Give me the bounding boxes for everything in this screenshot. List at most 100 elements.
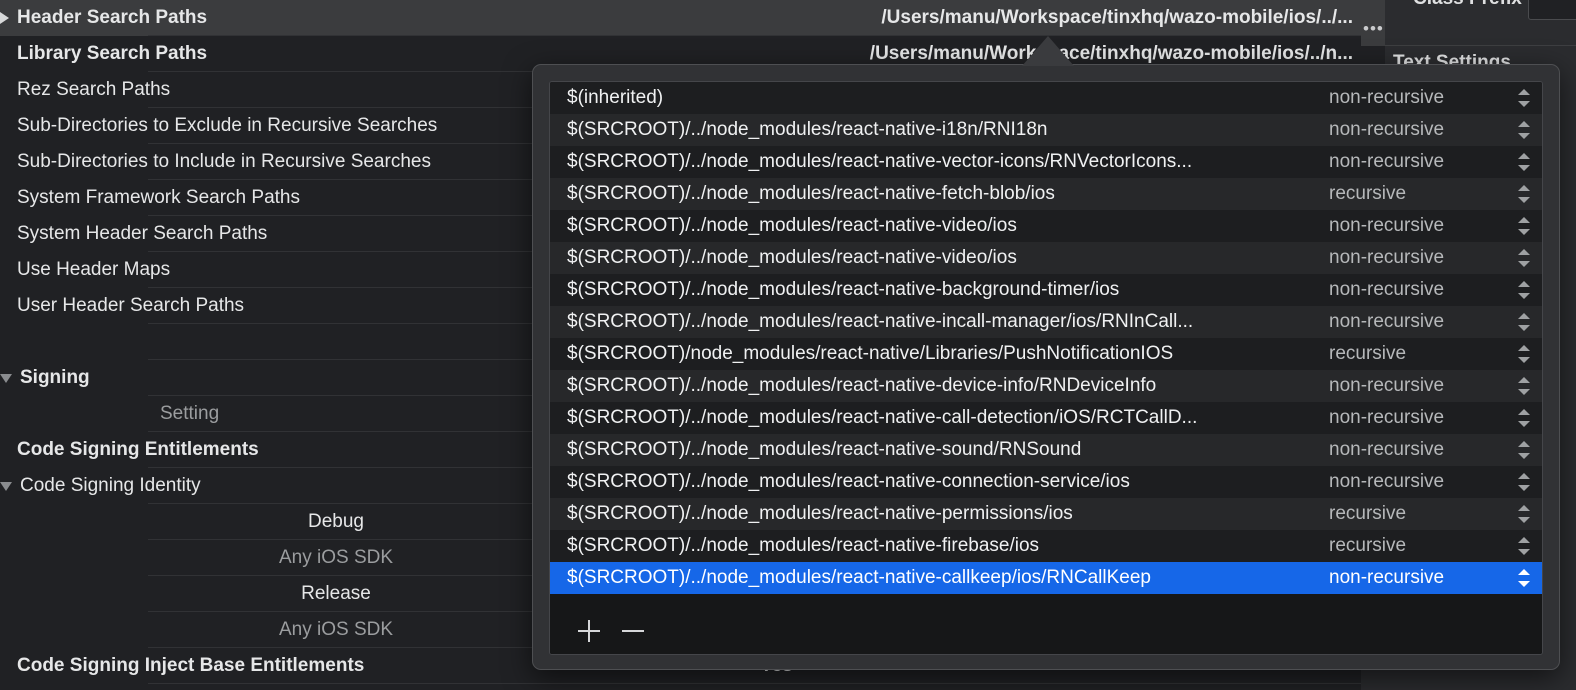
popover-pointer xyxy=(1022,36,1074,66)
build-setting-name: System Header Search Paths xyxy=(17,223,268,244)
build-setting-name: Code Signing Entitlements xyxy=(17,439,259,460)
search-path-recursion-mode[interactable]: non-recursive xyxy=(1329,407,1514,429)
search-path-text[interactable]: $(SRCROOT)/../node_modules/react-native-… xyxy=(567,567,1329,589)
build-setting-name: User Header Search Paths xyxy=(17,295,245,316)
search-path-row[interactable]: $(SRCROOT)/../node_modules/react-native-… xyxy=(550,402,1542,434)
search-path-row[interactable]: $(SRCROOT)/../node_modules/react-native-… xyxy=(550,306,1542,338)
search-paths-list: $(inherited) non-recursive $(SRCROOT)/../n… xyxy=(549,81,1543,655)
inspector-tab-strip: ••• xyxy=(1361,0,1385,46)
search-path-row[interactable]: $(SRCROOT)/../node_modules/react-native-… xyxy=(550,370,1542,402)
build-setting-value[interactable]: /Users/manu/Workspace/tinxhq/wazo-mobile… xyxy=(881,7,1353,29)
search-path-row[interactable]: $(SRCROOT)/../node_modules/react-native-… xyxy=(550,530,1542,562)
build-setting-value[interactable]: Debug xyxy=(236,511,436,533)
search-path-text[interactable]: $(SRCROOT)/../node_modules/react-native-… xyxy=(567,119,1329,141)
search-path-recursion-mode[interactable]: non-recursive xyxy=(1329,279,1514,301)
recursion-mode-stepper-icon[interactable] xyxy=(1518,312,1530,332)
build-setting-name: Sub-Directories to Exclude in Recursive … xyxy=(17,115,438,136)
xcode-build-settings-screen: Header Search Paths/Users/manu/Workspace… xyxy=(0,0,1576,690)
build-setting-name: Library Search Paths xyxy=(17,43,208,64)
recursion-mode-stepper-icon[interactable] xyxy=(1518,120,1530,140)
build-setting-name: Rez Search Paths xyxy=(17,79,171,100)
search-path-recursion-mode[interactable]: recursive xyxy=(1329,183,1514,205)
recursion-mode-stepper-icon[interactable] xyxy=(1518,344,1530,364)
search-path-text[interactable]: $(SRCROOT)/node_modules/react-native/Lib… xyxy=(567,343,1329,365)
search-path-text[interactable]: $(SRCROOT)/../node_modules/react-native-… xyxy=(567,279,1329,301)
search-path-text[interactable]: $(SRCROOT)/../node_modules/react-native-… xyxy=(567,247,1329,269)
search-path-text[interactable]: $(SRCROOT)/../node_modules/react-native-… xyxy=(567,151,1329,173)
minus-icon xyxy=(622,630,644,632)
recursion-mode-stepper-icon[interactable] xyxy=(1518,504,1530,524)
build-setting-name: Sub-Directories to Include in Recursive … xyxy=(17,151,431,172)
build-setting-value[interactable]: /Users/manu/Workspace/tinxhq/wazo-mobile… xyxy=(870,43,1353,65)
build-setting-value[interactable]: Setting xyxy=(160,403,219,425)
search-path-row[interactable]: $(SRCROOT)/../node_modules/react-native-… xyxy=(550,562,1542,594)
search-path-text[interactable]: $(SRCROOT)/../node_modules/react-native-… xyxy=(567,439,1329,461)
remove-path-button[interactable] xyxy=(618,616,648,646)
search-path-recursion-mode[interactable]: non-recursive xyxy=(1329,311,1514,333)
search-path-row[interactable]: $(SRCROOT)/../node_modules/react-native-… xyxy=(550,498,1542,530)
recursion-mode-stepper-icon[interactable] xyxy=(1518,280,1530,300)
recursion-mode-stepper-icon[interactable] xyxy=(1518,536,1530,556)
search-path-row[interactable]: $(SRCROOT)/../node_modules/react-native-… xyxy=(550,274,1542,306)
recursion-mode-stepper-icon[interactable] xyxy=(1518,568,1530,588)
recursion-mode-stepper-icon[interactable] xyxy=(1518,472,1530,492)
search-paths-toolbar xyxy=(550,608,1542,654)
search-path-row[interactable]: $(SRCROOT)/../node_modules/react-native-… xyxy=(550,242,1542,274)
search-path-text[interactable]: $(SRCROOT)/../node_modules/react-native-… xyxy=(567,375,1329,397)
search-path-row[interactable]: $(SRCROOT)/../node_modules/react-native-… xyxy=(550,210,1542,242)
build-setting-name: Code Signing Inject Base Entitlements xyxy=(17,655,365,676)
search-path-recursion-mode[interactable]: recursive xyxy=(1329,503,1514,525)
build-setting-name: Signing xyxy=(20,367,90,388)
search-path-text[interactable]: $(inherited) xyxy=(567,87,1329,109)
search-path-recursion-mode[interactable]: non-recursive xyxy=(1329,375,1514,397)
search-path-text[interactable]: $(SRCROOT)/../node_modules/react-native-… xyxy=(567,183,1329,205)
search-path-row[interactable]: $(SRCROOT)/../node_modules/react-native-… xyxy=(550,466,1542,498)
build-setting-value[interactable]: Any iOS SDK xyxy=(236,619,436,641)
search-path-recursion-mode[interactable]: recursive xyxy=(1329,343,1514,365)
recursion-mode-stepper-icon[interactable] xyxy=(1518,152,1530,172)
search-path-recursion-mode[interactable]: non-recursive xyxy=(1329,439,1514,461)
disclosure-triangle-open-icon[interactable] xyxy=(0,481,12,491)
search-path-row[interactable]: $(SRCROOT)/../node_modules/react-native-… xyxy=(550,434,1542,466)
build-setting-name: Code Signing Identity xyxy=(20,475,201,496)
recursion-mode-stepper-icon[interactable] xyxy=(1518,184,1530,204)
disclosure-triangle-open-icon[interactable] xyxy=(0,373,12,383)
search-path-recursion-mode[interactable]: non-recursive xyxy=(1329,567,1514,589)
recursion-mode-stepper-icon[interactable] xyxy=(1518,216,1530,236)
build-setting-value[interactable]: Release xyxy=(236,583,436,605)
search-path-row[interactable]: $(SRCROOT)/node_modules/react-native/Lib… xyxy=(550,338,1542,370)
search-path-recursion-mode[interactable]: non-recursive xyxy=(1329,87,1514,109)
header-search-paths-popover: $(inherited) non-recursive $(SRCROOT)/../n… xyxy=(532,64,1560,670)
search-path-recursion-mode[interactable]: non-recursive xyxy=(1329,119,1514,141)
recursion-mode-stepper-icon[interactable] xyxy=(1518,408,1530,428)
search-path-recursion-mode[interactable]: non-recursive xyxy=(1329,247,1514,269)
recursion-mode-stepper-icon[interactable] xyxy=(1518,88,1530,108)
recursion-mode-stepper-icon[interactable] xyxy=(1518,440,1530,460)
inspector-overflow-dots-icon: ••• xyxy=(1363,19,1384,38)
recursion-mode-stepper-icon[interactable] xyxy=(1518,376,1530,396)
search-path-recursion-mode[interactable]: non-recursive xyxy=(1329,151,1514,173)
search-path-text[interactable]: $(SRCROOT)/../node_modules/react-native-… xyxy=(567,311,1329,333)
build-setting-name: Use Header Maps xyxy=(17,259,171,280)
search-path-text[interactable]: $(SRCROOT)/../node_modules/react-native-… xyxy=(567,471,1329,493)
disclosure-triangle-closed-icon[interactable] xyxy=(0,12,9,24)
search-path-row[interactable]: $(inherited) non-recursive xyxy=(550,82,1542,114)
add-path-button[interactable] xyxy=(574,616,604,646)
build-setting-value[interactable]: Any iOS SDK xyxy=(236,547,436,569)
search-path-row[interactable]: $(SRCROOT)/../node_modules/react-native-… xyxy=(550,146,1542,178)
search-path-text[interactable]: $(SRCROOT)/../node_modules/react-native-… xyxy=(567,215,1329,237)
search-path-recursion-mode[interactable]: non-recursive xyxy=(1329,471,1514,493)
search-path-row[interactable]: $(SRCROOT)/../node_modules/react-native-… xyxy=(550,114,1542,146)
build-setting-row[interactable]: Header Search Paths/Users/manu/Workspace… xyxy=(0,0,1361,36)
search-path-recursion-mode[interactable]: recursive xyxy=(1329,535,1514,557)
class-prefix-input[interactable] xyxy=(1528,0,1576,20)
search-path-text[interactable]: $(SRCROOT)/../node_modules/react-native-… xyxy=(567,503,1329,525)
class-prefix-label: Class Prefix xyxy=(1413,0,1522,10)
search-path-row[interactable]: $(SRCROOT)/../node_modules/react-native-… xyxy=(550,178,1542,210)
recursion-mode-stepper-icon[interactable] xyxy=(1518,248,1530,268)
plus-icon-vertical xyxy=(588,620,590,642)
search-path-text[interactable]: $(SRCROOT)/../node_modules/react-native-… xyxy=(567,407,1329,429)
search-path-recursion-mode[interactable]: non-recursive xyxy=(1329,215,1514,237)
search-paths-row-container: $(inherited) non-recursive $(SRCROOT)/../n… xyxy=(550,82,1542,594)
search-path-text[interactable]: $(SRCROOT)/../node_modules/react-native-… xyxy=(567,535,1329,557)
